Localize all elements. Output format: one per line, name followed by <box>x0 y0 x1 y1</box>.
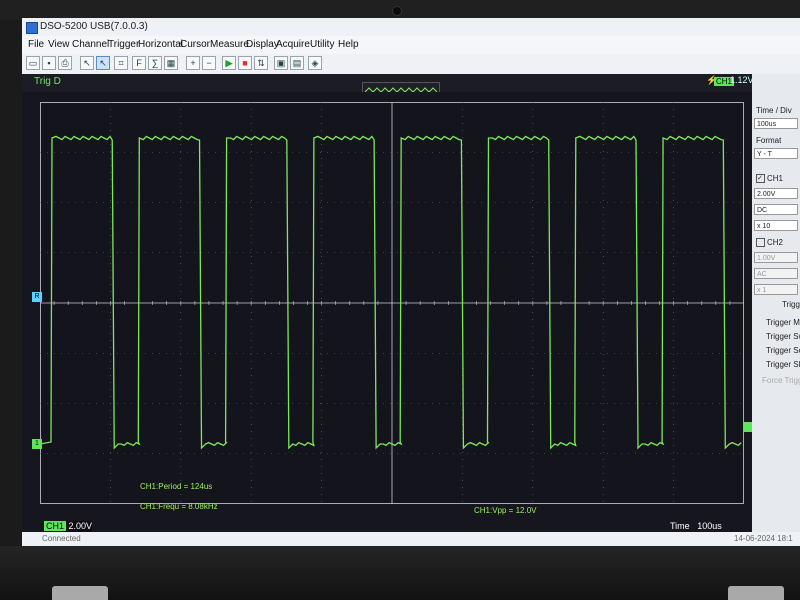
toolbar: ▭ ▪ ⎙ ↖ ↖ ⌗ F ∑ ▦ + − ▶ ■ ⇅ ▣ ▤ ◈ <box>22 54 800 75</box>
ch1-enable-label: CH1 <box>767 174 784 183</box>
trigger-status: Trig D <box>34 76 61 87</box>
laptop-hinge-right <box>728 586 784 600</box>
trigger-mode-label[interactable]: Trigger Mode <box>766 318 800 327</box>
save-icon[interactable]: ▪ <box>42 56 56 70</box>
math-icon[interactable]: ∑ <box>148 56 162 70</box>
trigger-header: Trigg <box>782 300 800 309</box>
trigger-sweep-label[interactable]: Trigger Sweep <box>766 332 800 341</box>
open-icon[interactable]: ▭ <box>26 56 40 70</box>
ch1-coupling-select[interactable]: DC <box>754 204 798 215</box>
trigger-source-label[interactable]: Trigger Source <box>766 346 800 355</box>
zoom-in-icon[interactable]: + <box>186 56 200 70</box>
menu-horizontal[interactable]: Horizontal <box>138 36 183 54</box>
select-icon[interactable]: ↖ <box>96 56 110 70</box>
app-icon <box>26 22 38 34</box>
pointer-icon[interactable]: ↖ <box>80 56 94 70</box>
status-bar: Connected 14-06-2024 18:1 <box>22 532 800 546</box>
ch2-volts-select[interactable]: 1.00V <box>754 252 798 263</box>
menu-trigger[interactable]: Trigger <box>108 36 139 54</box>
ch1-enable[interactable]: ✓ CH1 <box>756 174 784 184</box>
format-label: Format <box>756 136 782 145</box>
webcam <box>392 6 402 16</box>
connection-status: Connected <box>42 534 81 543</box>
format-select[interactable]: Y - T <box>754 148 798 159</box>
scope-header: Trig D ⚡ CH1 1.12V <box>22 74 754 96</box>
menu-measure[interactable]: Measure <box>210 36 249 54</box>
run-icon[interactable]: ▶ <box>222 56 236 70</box>
ch2-enable-label: CH2 <box>767 238 784 247</box>
ch1-probe-select[interactable]: x 10 <box>754 220 798 231</box>
print-icon[interactable]: ⎙ <box>58 56 72 70</box>
menu-acquire[interactable]: Acquire <box>276 36 310 54</box>
autoset-icon[interactable]: ⇅ <box>254 56 268 70</box>
ch2-coupling-select[interactable]: AC <box>754 268 798 279</box>
window-icon[interactable]: ▣ <box>274 56 288 70</box>
fft-icon[interactable]: F <box>132 56 146 70</box>
laptop-hinge-left <box>52 586 108 600</box>
status-date: 14-06-2024 18:1 <box>734 534 793 543</box>
measurement-vpp: CH1:Vpp = 12.0V <box>474 506 537 515</box>
trigger-level-value: 1.12V <box>730 75 754 85</box>
record-icon[interactable]: ▤ <box>290 56 304 70</box>
scope-display[interactable]: R 1 CH1:Period = 124us CH1:Frequ = 8.08k… <box>22 92 754 546</box>
time-label: Time <box>670 521 690 531</box>
ch2-checkbox[interactable] <box>756 238 765 248</box>
menu-view[interactable]: View <box>48 36 70 54</box>
stop-icon[interactable]: ■ <box>238 56 252 70</box>
window-title: DSO-5200 USB(7.0.0.3) <box>40 21 148 32</box>
measurement-frequency: CH1:Frequ = 8.08kHz <box>140 502 218 511</box>
ch1-reference-marker[interactable]: R <box>32 292 42 302</box>
ch1-scale-value: 2.00V <box>68 521 93 531</box>
zoom-out-icon[interactable]: − <box>202 56 216 70</box>
menu-bar: File View Channel Trigger Horizontal Cur… <box>22 36 800 54</box>
time-div-select[interactable]: 100us <box>754 118 798 129</box>
force-trigger-button[interactable]: Force Trigg <box>762 376 800 385</box>
laptop-bezel-top <box>0 0 800 20</box>
ch1-volts-select[interactable]: 2.00V <box>754 188 798 199</box>
erase-icon[interactable]: ◈ <box>308 56 322 70</box>
menu-help[interactable]: Help <box>338 36 359 54</box>
title-bar: DSO-5200 USB(7.0.0.3) <box>22 18 800 36</box>
ch2-enable[interactable]: CH2 <box>756 238 784 248</box>
menu-channel[interactable]: Channel <box>72 36 109 54</box>
ch2-probe-select[interactable]: x 1 <box>754 284 798 295</box>
menu-display[interactable]: Display <box>246 36 279 54</box>
measure-icon[interactable]: ⌗ <box>114 56 128 70</box>
image-icon[interactable]: ▦ <box>164 56 178 70</box>
ch1-checkbox[interactable]: ✓ <box>756 174 765 184</box>
waveform-plot <box>40 102 744 504</box>
ch1-scale-tag: CH1 <box>44 521 67 531</box>
oscilloscope-app-window: DSO-5200 USB(7.0.0.3) File View Channel … <box>22 18 800 546</box>
laptop-bezel-bottom <box>0 546 800 600</box>
menu-cursor[interactable]: Cursor <box>180 36 210 54</box>
menu-utility[interactable]: Utility <box>310 36 334 54</box>
menu-file[interactable]: File <box>28 36 44 54</box>
trigger-slope-label[interactable]: Trigger Slope <box>766 360 800 369</box>
measurement-period: CH1:Period = 124us <box>140 482 213 491</box>
time-div-label: Time / Div <box>756 106 792 115</box>
control-panel: Time / Div 100us Format Y - T ✓ CH1 2.00V… <box>752 74 800 546</box>
ch1-trace <box>40 135 742 450</box>
ch1-ground-marker[interactable]: 1 <box>32 439 42 449</box>
time-value: 100us <box>697 521 722 531</box>
